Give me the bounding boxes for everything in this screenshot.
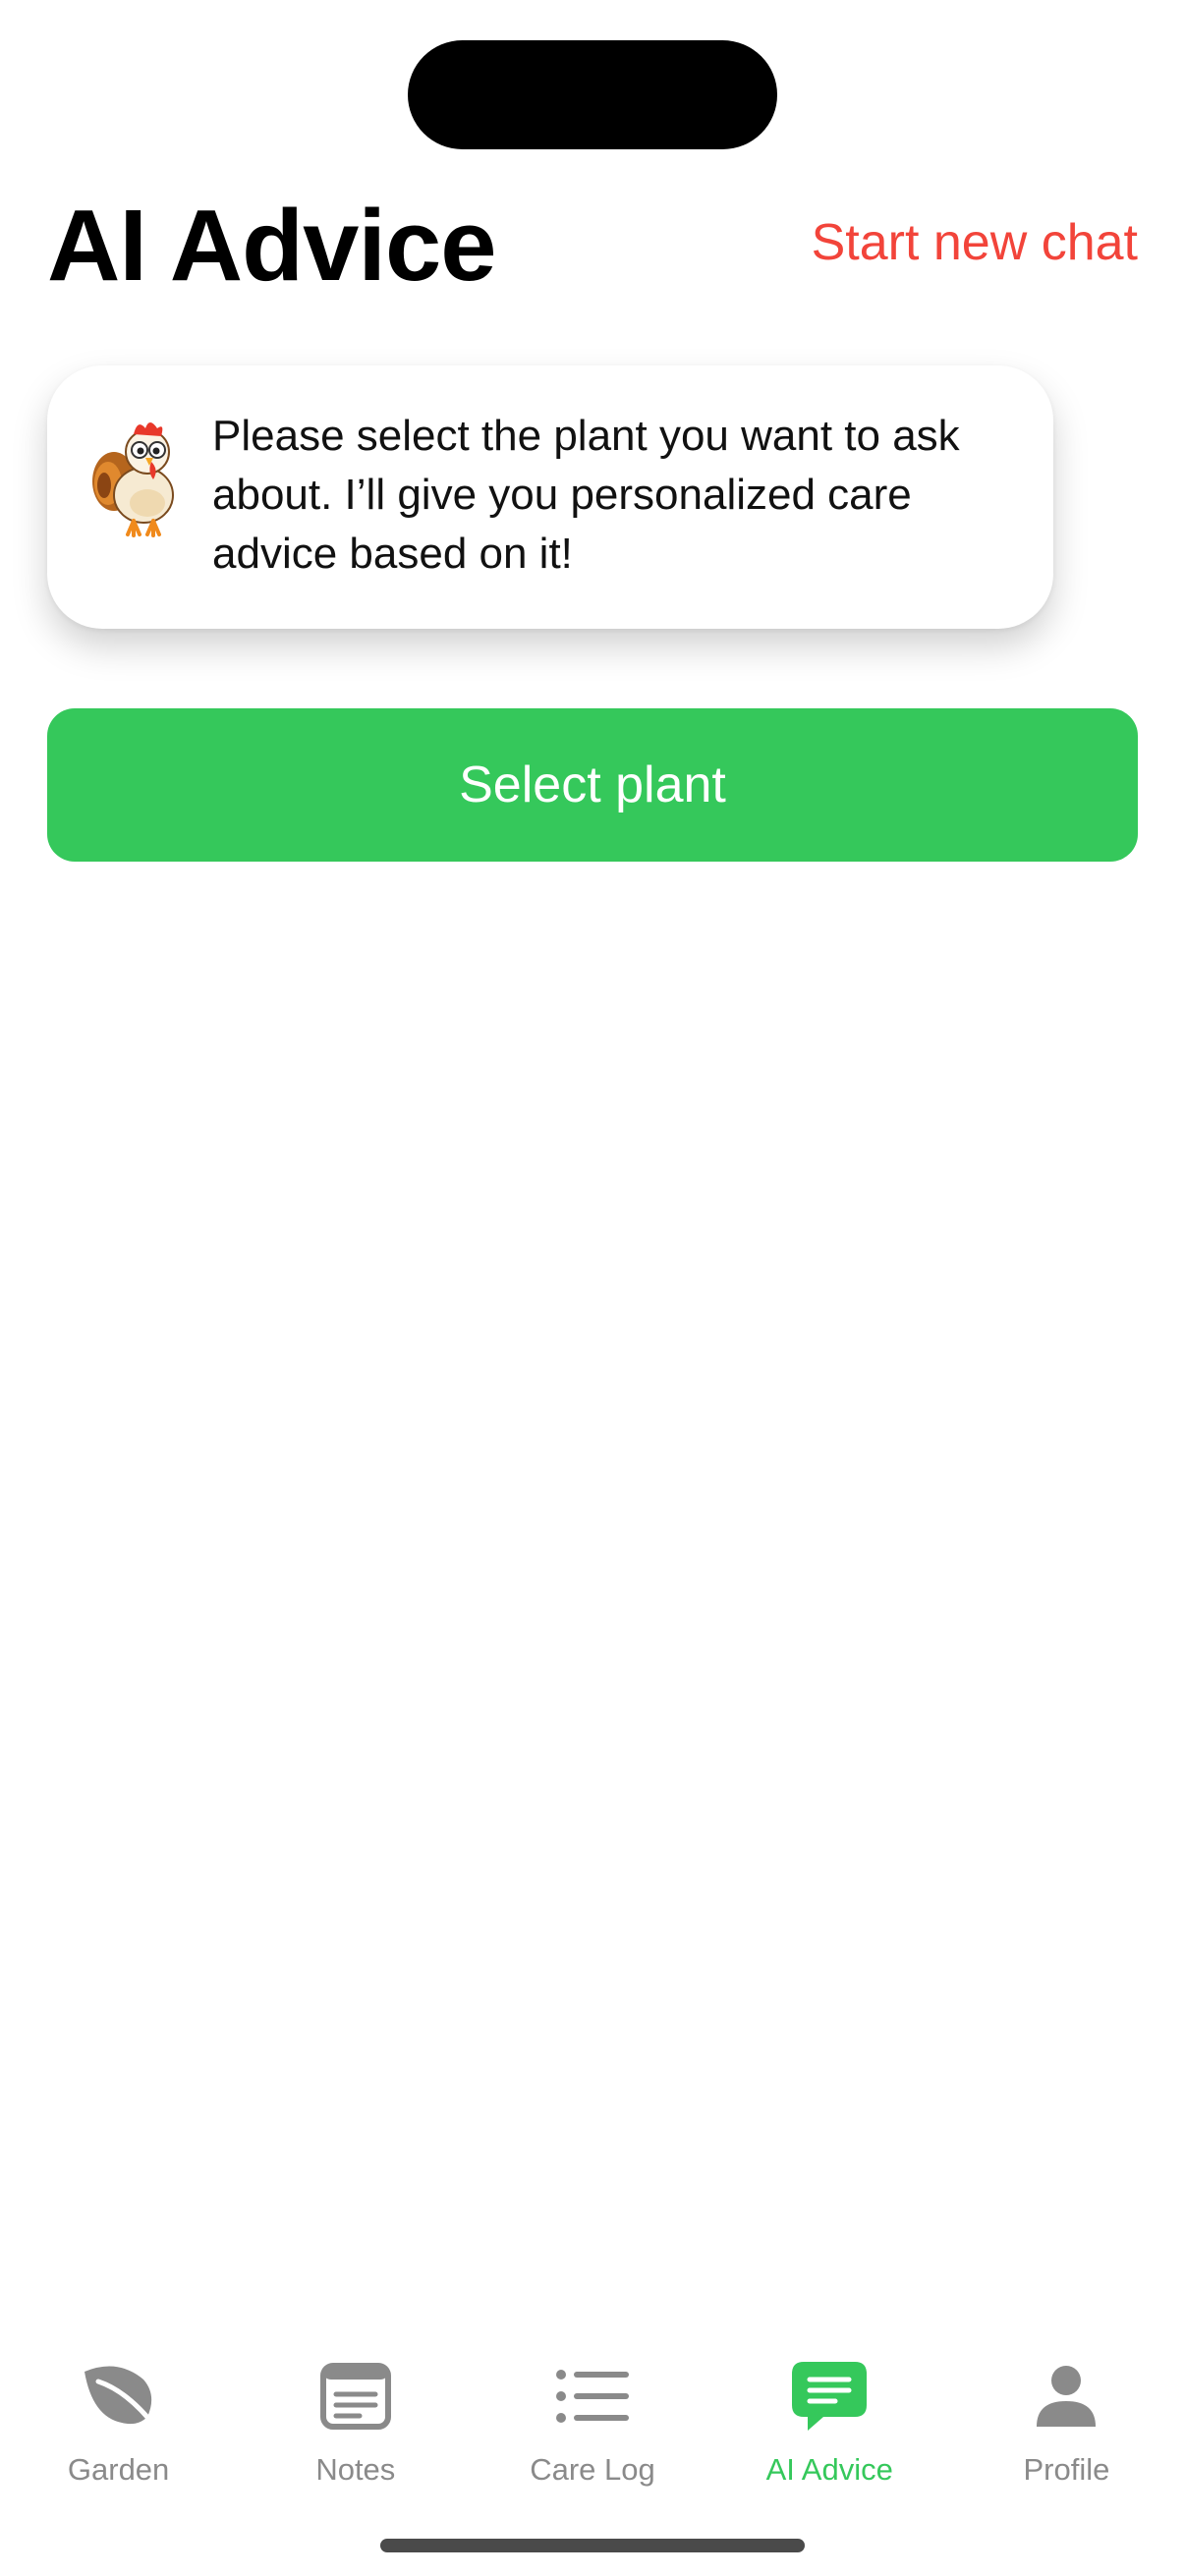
tab-label: AI Advice [765,2452,893,2487]
turkey-mascot-icon [92,422,174,537]
page-title: AI Advice [47,189,497,302]
start-new-chat-button[interactable]: Start new chat [812,211,1138,274]
assistant-message-text: Please select the plant you want to ask … [212,412,960,578]
chat-bubble-icon [785,2352,874,2440]
tab-label: Garden [67,2452,170,2487]
tab-garden[interactable]: Garden [0,2328,237,2495]
list-icon [548,2352,637,2440]
tab-care-log[interactable]: Care Log [474,2328,710,2495]
tab-label: Notes [315,2452,396,2487]
leaf-icon [75,2352,163,2440]
person-icon [1022,2352,1110,2440]
tab-profile[interactable]: Profile [948,2328,1185,2495]
home-indicator [380,2539,805,2552]
tab-label: Care Log [530,2452,655,2487]
notes-icon [311,2352,400,2440]
tab-label: Profile [1023,2452,1110,2487]
tab-bar: Garden Notes Care Log AI Advice Profile [0,2328,1185,2495]
dynamic-island [408,40,777,149]
tab-ai-advice[interactable]: AI Advice [711,2328,948,2495]
tab-notes[interactable]: Notes [237,2328,474,2495]
select-plant-button[interactable]: Select plant [47,708,1138,862]
assistant-message-bubble: Please select the plant you want to ask … [47,365,1053,629]
